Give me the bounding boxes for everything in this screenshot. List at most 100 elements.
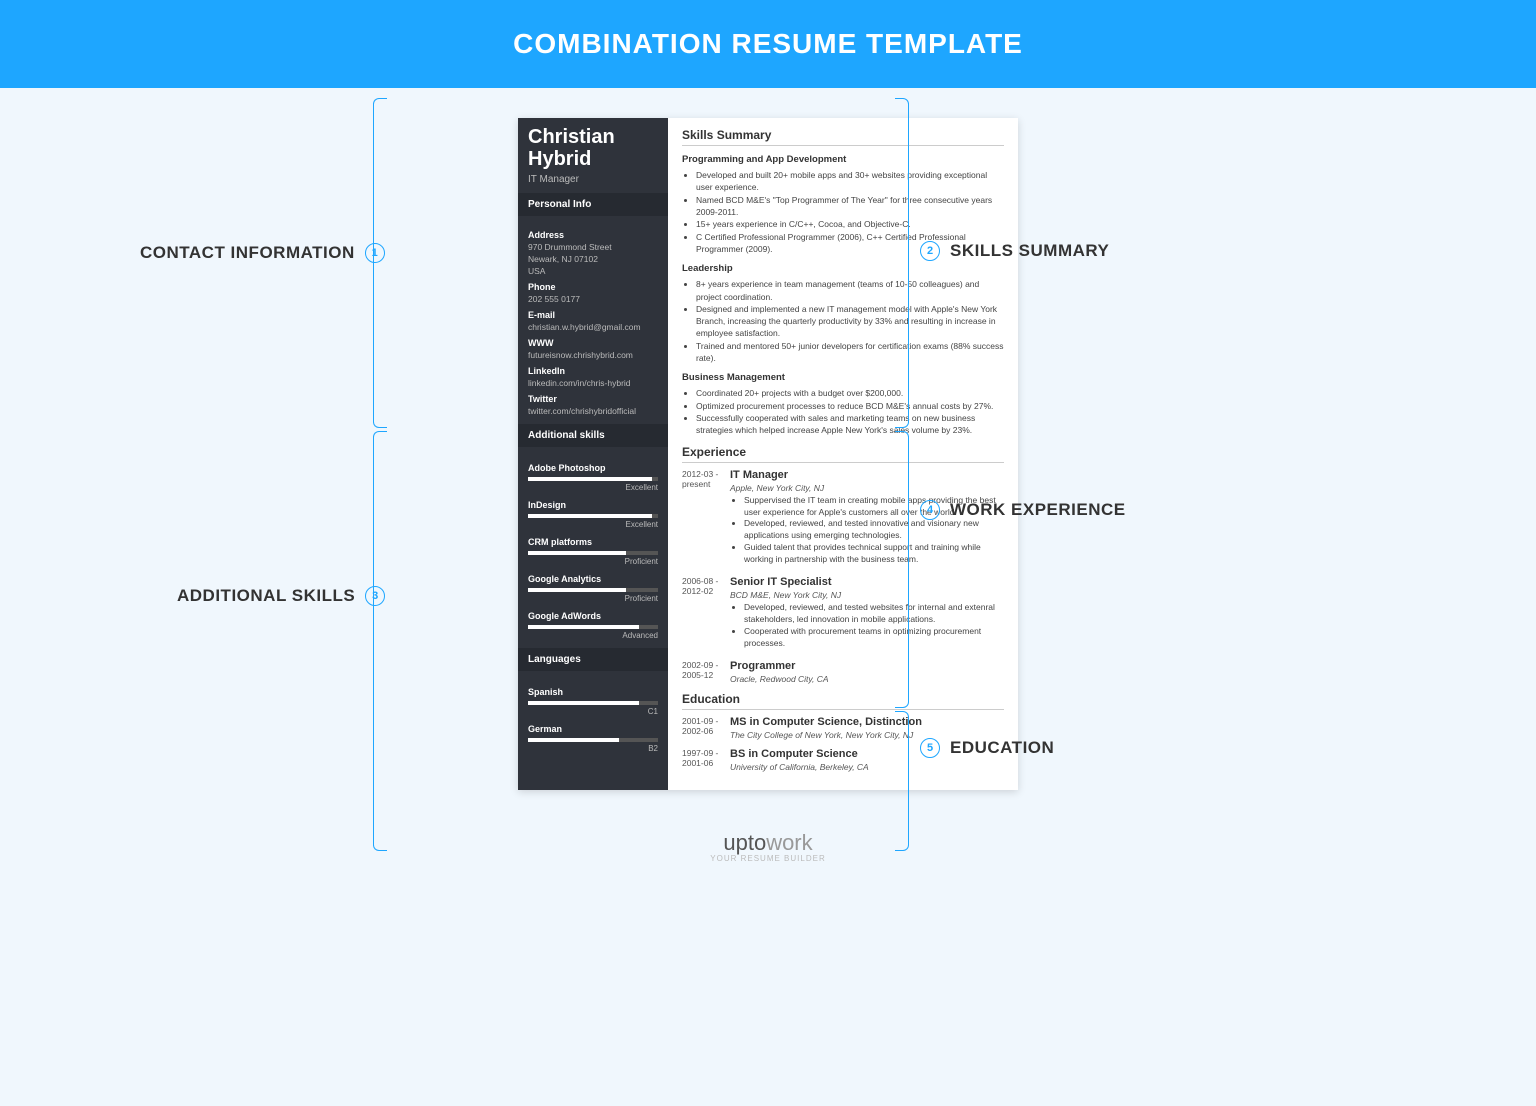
resume-document: Christian Hybrid IT Manager Personal Inf…: [518, 118, 1018, 790]
additional-skills-head: Additional skills: [518, 424, 668, 447]
skill-group-item: Coordinated 20+ projects with a budget o…: [696, 387, 1004, 399]
job-item: 2006-08 - 2012-02 Senior IT Specialist B…: [682, 576, 1004, 654]
email-label: E-mail: [528, 310, 658, 320]
job-bullet: Cooperated with procurement teams in opt…: [744, 626, 1004, 650]
skills-groups: Programming and App Development Develope…: [682, 154, 1004, 437]
skill-group-item: Optimized procurement processes to reduc…: [696, 400, 1004, 412]
language-bar: [528, 701, 658, 705]
skill-item: Google AdWords Advanced: [528, 611, 658, 640]
language-name: Spanish: [528, 687, 658, 697]
skill-group-items: Coordinated 20+ projects with a budget o…: [682, 387, 1004, 436]
name-first: Christian: [528, 126, 615, 148]
job-date: 2006-08 - 2012-02: [682, 576, 730, 654]
job-title: Senior IT Specialist: [730, 576, 1004, 588]
callout-label-1: CONTACT INFORMATION: [140, 243, 355, 263]
job-date: 2002-09 - 2005-12: [682, 660, 730, 686]
job-bullets: Developed, reviewed, and tested websites…: [730, 602, 1004, 650]
skill-group-item: 8+ years experience in team management (…: [696, 278, 1004, 303]
job-item: 2002-09 - 2005-12 Programmer Oracle, Red…: [682, 660, 1004, 686]
callout-num-1: 1: [365, 243, 385, 263]
callout-additional-skills: 3 ADDITIONAL SKILLS: [177, 586, 385, 606]
address-label: Address: [528, 230, 658, 240]
skill-level: Excellent: [528, 520, 658, 529]
job-title: IT Manager: [730, 469, 1004, 481]
bracket-experience: [895, 431, 909, 708]
bracket-contact: [373, 98, 387, 428]
skills-summary-head: Skills Summary: [682, 128, 1004, 146]
name-last: Hybrid: [528, 148, 591, 170]
callout-label-5: EDUCATION: [950, 738, 1054, 758]
sidebar: Christian Hybrid IT Manager Personal Inf…: [518, 118, 668, 790]
skill-group-item: Successfully cooperated with sales and m…: [696, 412, 1004, 437]
footer: uptowork YOUR RESUME BUILDER: [0, 810, 1536, 883]
callout-education: 5 EDUCATION: [920, 738, 1054, 758]
candidate-role: IT Manager: [528, 174, 658, 185]
personal-info-head: Personal Info: [518, 193, 668, 216]
job-title: Programmer: [730, 660, 1004, 672]
linkedin-value: linkedin.com/in/chris-hybrid: [528, 378, 658, 388]
callout-label-3: ADDITIONAL SKILLS: [177, 586, 355, 606]
footer-brand-b: work: [766, 830, 812, 855]
callout-num-2: 2: [920, 241, 940, 261]
bracket-skills-summary: [895, 98, 909, 428]
header-title: COMBINATION RESUME TEMPLATE: [513, 28, 1023, 59]
language-item: German B2: [528, 724, 658, 753]
skill-item: InDesign Excellent: [528, 500, 658, 529]
education-title: MS in Computer Science, Distinction: [730, 716, 1004, 728]
linkedin-label: LinkedIn: [528, 366, 658, 376]
callout-contact: 1 CONTACT INFORMATION: [140, 243, 385, 263]
education-org: University of California, Berkeley, CA: [730, 762, 1004, 772]
language-level: B2: [528, 744, 658, 753]
skill-bar: [528, 514, 658, 518]
education-date: 2001-09 - 2002-06: [682, 716, 730, 742]
education-date: 1997-09 - 2001-06: [682, 748, 730, 774]
bracket-skills-left: [373, 431, 387, 851]
job-org: Oracle, Redwood City, CA: [730, 674, 1004, 684]
footer-brand-a: upto: [723, 830, 766, 855]
skill-level: Proficient: [528, 594, 658, 603]
footer-tagline: YOUR RESUME BUILDER: [0, 854, 1536, 863]
skill-level: Advanced: [528, 631, 658, 640]
twitter-value: twitter.com/chrishybridofficial: [528, 406, 658, 416]
skill-name: Google AdWords: [528, 611, 658, 621]
skill-bar: [528, 588, 658, 592]
skill-item: Google Analytics Proficient: [528, 574, 658, 603]
skills-list: Adobe Photoshop Excellent InDesign Excel…: [518, 447, 668, 648]
job-org: BCD M&E, New York City, NJ: [730, 590, 1004, 600]
job-bullet: Guided talent that provides technical su…: [744, 542, 1004, 566]
personal-info: Address 970 Drummond Street Newark, NJ 0…: [518, 216, 668, 424]
candidate-name: Christian Hybrid: [528, 126, 658, 170]
language-bar: [528, 738, 658, 742]
bracket-education: [895, 711, 909, 851]
callout-label-4: WORK EXPERIENCE: [950, 500, 1126, 520]
callout-num-3: 3: [365, 586, 385, 606]
language-name: German: [528, 724, 658, 734]
skill-group-item: Trained and mentored 50+ junior develope…: [696, 340, 1004, 365]
skill-item: Adobe Photoshop Excellent: [528, 463, 658, 492]
callout-num-5: 5: [920, 738, 940, 758]
language-item: Spanish C1: [528, 687, 658, 716]
address-line2: Newark, NJ 07102: [528, 254, 658, 264]
job-date: 2012-03 - present: [682, 469, 730, 570]
callout-experience: 4 WORK EXPERIENCE: [920, 500, 1126, 520]
skill-group-title: Programming and App Development: [682, 154, 1004, 165]
canvas: 1 CONTACT INFORMATION 3 ADDITIONAL SKILL…: [0, 88, 1536, 810]
callout-label-2: SKILLS SUMMARY: [950, 241, 1109, 261]
address-line3: USA: [528, 266, 658, 276]
phone-label: Phone: [528, 282, 658, 292]
job-org: Apple, New York City, NJ: [730, 483, 1004, 493]
language-level: C1: [528, 707, 658, 716]
skill-name: InDesign: [528, 500, 658, 510]
main-content: Skills Summary Programming and App Devel…: [668, 118, 1018, 790]
languages-list: Spanish C1 German B2: [518, 671, 668, 761]
callout-num-4: 4: [920, 500, 940, 520]
skill-group-item: Designed and implemented a new IT manage…: [696, 303, 1004, 340]
www-label: WWW: [528, 338, 658, 348]
skill-level: Excellent: [528, 483, 658, 492]
www-value: futureisnow.chrishybrid.com: [528, 350, 658, 360]
skill-bar: [528, 477, 658, 481]
skill-name: CRM platforms: [528, 537, 658, 547]
phone-value: 202 555 0177: [528, 294, 658, 304]
job-bullet: Developed, reviewed, and tested websites…: [744, 602, 1004, 626]
skill-group-item: 15+ years experience in C/C++, Cocoa, an…: [696, 218, 1004, 230]
